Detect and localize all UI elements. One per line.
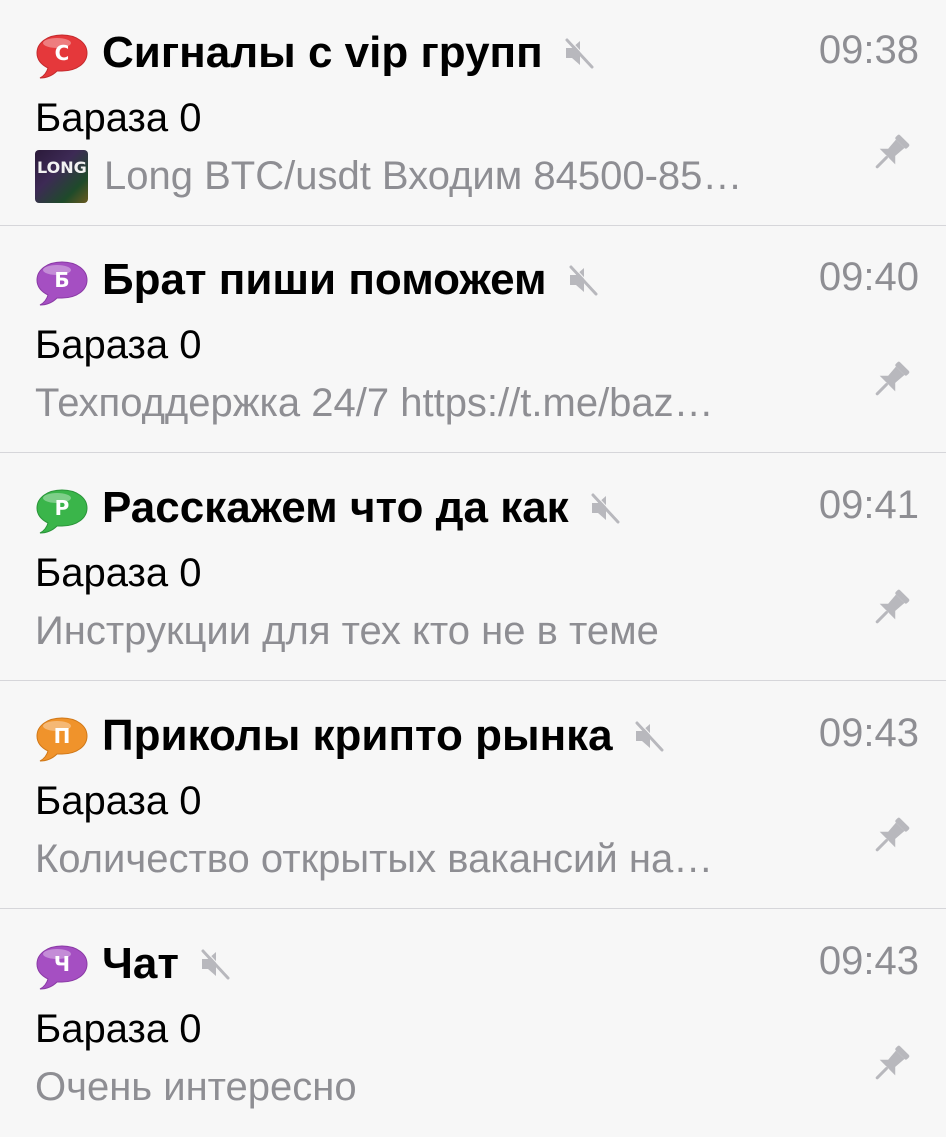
- chat-author: Бараза 0: [35, 1007, 202, 1051]
- message-thumbnail: LONG: [35, 150, 88, 203]
- pin-icon: [866, 128, 916, 178]
- chat-time: 09:41: [818, 483, 919, 527]
- chat-title: Чат: [102, 939, 179, 988]
- avatar-letter: Ч: [53, 952, 71, 976]
- row-separator: [0, 908, 946, 909]
- speech-bubble-icon: Ч: [35, 944, 89, 990]
- speaker-muted-icon: [565, 262, 601, 298]
- pin-icon: [866, 811, 916, 861]
- chat-title: Расскажем что да как: [102, 483, 569, 532]
- speaker-muted-icon: [197, 946, 233, 982]
- chat-time: 09:38: [818, 28, 919, 72]
- row-separator: [0, 452, 946, 453]
- speaker-muted-icon: [561, 35, 597, 71]
- chat-title: Приколы крипто рынка: [102, 711, 613, 760]
- chat-preview: Long BTC/usdt Входим 84500-85…: [104, 154, 743, 198]
- chat-title-line: Приколы крипто рынка: [102, 709, 667, 763]
- chat-author: Бараза 0: [35, 323, 202, 367]
- chat-title-line: Расскажем что да как: [102, 481, 623, 535]
- row-separator: [0, 225, 946, 226]
- chat-title: Сигналы с vip групп: [102, 28, 543, 77]
- chat-row[interactable]: Р Расскажем что да как 09:41 Бараза 0 Ин…: [0, 455, 946, 681]
- speaker-muted-icon: [587, 490, 623, 526]
- chat-preview: Инструкции для тех кто не в теме: [35, 609, 659, 653]
- avatar-letter: С: [54, 41, 70, 65]
- speech-bubble-icon: С: [35, 33, 89, 79]
- pin-icon: [866, 583, 916, 633]
- chat-title-line: Брат пиши поможем: [102, 253, 601, 307]
- chat-time: 09:43: [818, 939, 919, 983]
- chat-title-line: Чат: [102, 937, 233, 991]
- chat-row[interactable]: Б Брат пиши поможем 09:40 Бараза 0 Техпо…: [0, 227, 946, 453]
- pin-icon: [866, 355, 916, 405]
- chat-author: Бараза 0: [35, 551, 202, 595]
- speaker-muted-icon: [631, 718, 667, 754]
- speech-bubble-icon: Б: [35, 260, 89, 306]
- chat-row[interactable]: П Приколы крипто рынка 09:43 Бараза 0 Ко…: [0, 683, 946, 909]
- chat-title-line: Сигналы с vip групп: [102, 26, 597, 80]
- speech-bubble-icon: Р: [35, 488, 89, 534]
- chat-preview: Количество открытых вакансий на…: [35, 837, 714, 881]
- chat-preview: Очень интересно: [35, 1065, 357, 1109]
- avatar-letter: П: [53, 724, 71, 748]
- chat-time: 09:43: [818, 711, 919, 755]
- row-separator: [0, 680, 946, 681]
- chat-row[interactable]: Ч Чат 09:43 Бараза 0 Очень интересно: [0, 911, 946, 1137]
- chat-preview: Техподдержка 24/7 https://t.me/baz…: [35, 381, 714, 425]
- chat-author: Бараза 0: [35, 96, 202, 140]
- pin-icon: [866, 1039, 916, 1089]
- avatar-letter: Р: [54, 496, 70, 520]
- chat-row[interactable]: С Сигналы с vip групп 09:38 Бараза 0 LON…: [0, 0, 946, 226]
- chat-list: С Сигналы с vip групп 09:38 Бараза 0 LON…: [0, 0, 946, 1125]
- chat-time: 09:40: [818, 255, 919, 299]
- avatar-letter: Б: [54, 268, 70, 292]
- speech-bubble-icon: П: [35, 716, 89, 762]
- chat-author: Бараза 0: [35, 779, 202, 823]
- thumbnail-text: LONG: [37, 158, 87, 177]
- chat-title: Брат пиши поможем: [102, 255, 547, 304]
